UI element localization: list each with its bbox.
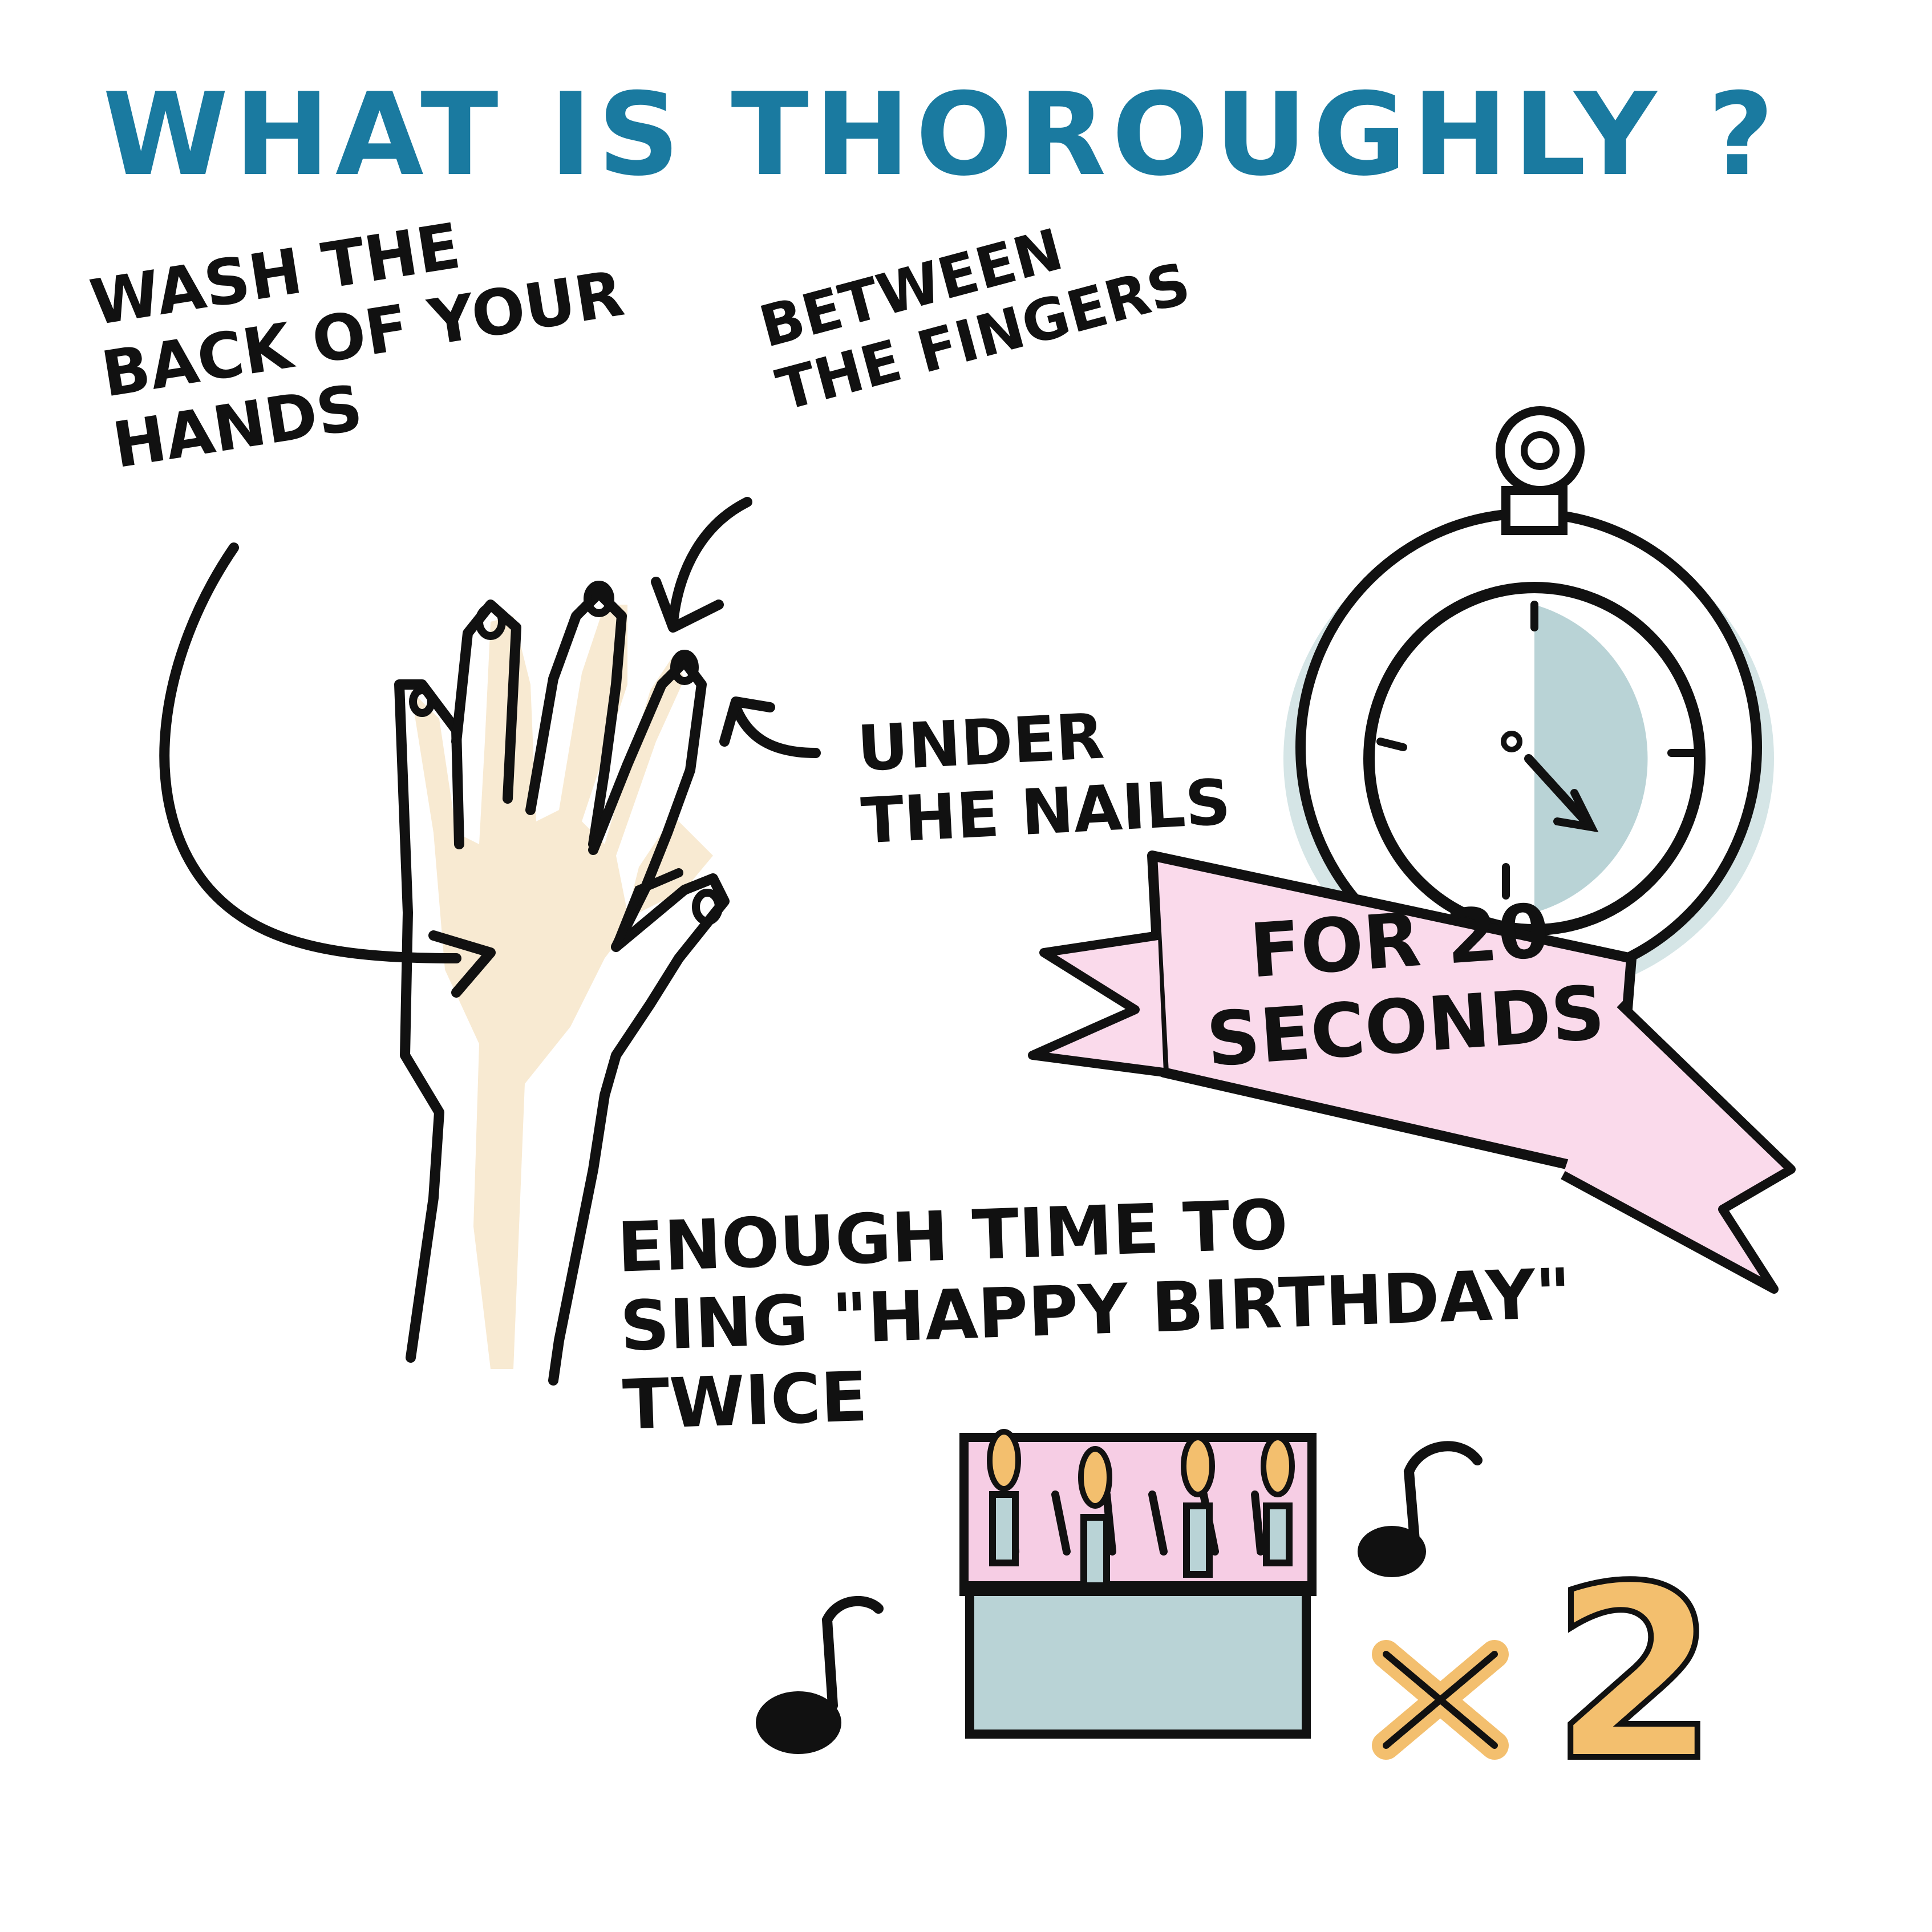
multiplier-icon: 2 (1372, 1532, 1721, 1817)
annotation-happy-birthday: ENOUGH TIME TO SING "HAPPY BIRTHDAY" TWI… (616, 1176, 1575, 1445)
page-title: WHAT IS THOROUGHLY ? (103, 68, 1780, 201)
illustration: 2 WHAT IS THOROUGHLY ? WASH THE BACK OF … (0, 0, 1932, 1932)
annotation-duration: FOR 20 SECONDS (1198, 885, 1607, 1083)
arrow-between-fingers-icon (651, 497, 752, 633)
multiplier-value: 2 (1552, 1535, 1718, 1814)
birthday-cake-icon (959, 1429, 1317, 1739)
arrow-under-nails-icon (719, 696, 821, 758)
annotation-under-nails: UNDER THE NAILS (856, 694, 1232, 857)
